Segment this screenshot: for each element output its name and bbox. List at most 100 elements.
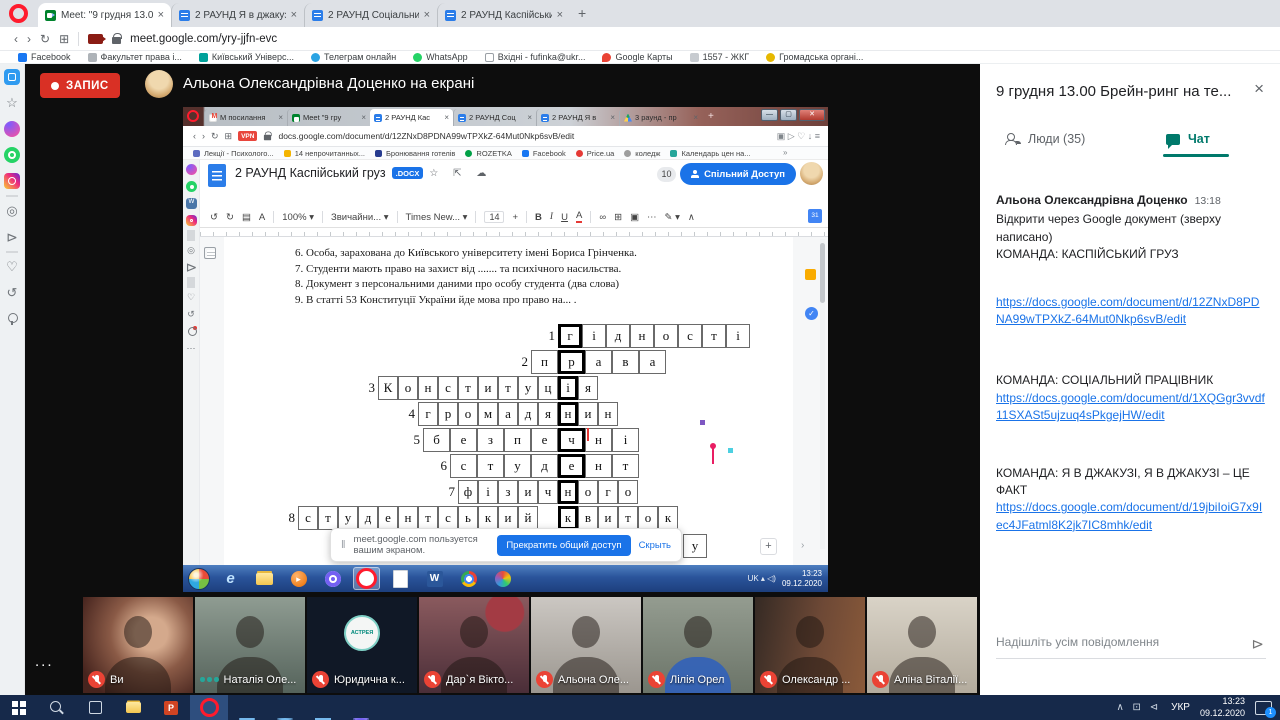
inner-browser-tab[interactable]: 2 РАУНД Соц × xyxy=(453,109,536,126)
taskbar-app-icon[interactable] xyxy=(319,567,346,590)
account-avatar[interactable] xyxy=(800,162,823,185)
sidebar-app-icon[interactable] xyxy=(4,173,20,189)
participant-tile[interactable]: Олександр ... xyxy=(755,597,865,693)
chat-link[interactable]: https://docs.google.com/document/d/19jbi… xyxy=(996,499,1266,534)
sidebar-app-icon[interactable] xyxy=(6,195,18,197)
sidebar-app-icon[interactable] xyxy=(4,147,20,163)
tab-people[interactable]: Люди (35) xyxy=(1005,132,1085,146)
taskbar-app-icon[interactable] xyxy=(342,695,380,720)
taskbar-app-icon[interactable] xyxy=(76,695,114,720)
reload-button[interactable]: ↻ xyxy=(40,32,50,46)
bookmark-item[interactable]: Телеграм онлайн xyxy=(311,52,396,62)
taskbar-app-icon[interactable] xyxy=(387,567,414,590)
inner-browser-tab[interactable]: 2 РАУНД Я в × xyxy=(536,109,619,126)
calendar-icon[interactable]: 31 xyxy=(808,209,822,223)
reload-button[interactable]: ↻ xyxy=(211,131,219,142)
taskbar-app-icon[interactable] xyxy=(489,567,516,590)
bookmark-item[interactable]: 1557 - ЖКГ xyxy=(690,52,749,62)
taskbar-app-icon[interactable] xyxy=(114,695,152,720)
sidebar-app-icon[interactable] xyxy=(4,285,20,301)
browser-tab[interactable]: 2 РАУНД Я в джакузі...do × xyxy=(171,3,304,27)
forward-button[interactable]: › xyxy=(27,32,31,46)
tab-close-icon[interactable]: × xyxy=(424,9,430,21)
participant-tile[interactable]: Аліна Віталії... xyxy=(867,597,977,693)
bookmark-item[interactable]: WhatsApp xyxy=(413,52,468,62)
back-button[interactable]: ‹ xyxy=(14,32,18,46)
sidebar-app-icon[interactable] xyxy=(186,245,197,256)
tab-close-icon[interactable]: × xyxy=(278,113,283,122)
maximize-button[interactable]: ▢ xyxy=(780,109,797,121)
collapse-toolbar-icon[interactable]: ∧ xyxy=(688,212,695,223)
bookmark-item[interactable]: Бронювання готелів xyxy=(375,149,455,158)
chat-link[interactable]: https://docs.google.com/document/d/1XQGg… xyxy=(996,390,1266,425)
bookmark-item[interactable]: Вхідні - fufinka@ukr... xyxy=(485,52,586,62)
forward-button[interactable]: › xyxy=(202,131,205,141)
bookmark-item[interactable]: Календарь цен на... xyxy=(670,149,750,158)
vpn-badge[interactable]: VPN xyxy=(238,131,257,141)
opera-logo-icon[interactable] xyxy=(9,4,28,23)
taskbar-app-icon[interactable] xyxy=(304,695,342,720)
bookmark-item[interactable]: Київський Універс... xyxy=(199,52,294,62)
inner-new-tab-button[interactable]: + xyxy=(708,111,714,122)
participant-tile[interactable]: Ви xyxy=(83,597,193,693)
taskbar-app-icon[interactable] xyxy=(190,695,228,720)
taskbar-app-icon[interactable] xyxy=(228,695,266,720)
bookmark-item[interactable]: Громадська органі... xyxy=(766,52,863,62)
sidebar-app-icon[interactable] xyxy=(187,277,195,288)
bookmark-item[interactable]: ROZETKA xyxy=(465,149,511,158)
minimize-button[interactable]: — xyxy=(761,109,778,121)
hide-share-bar-button[interactable]: Скрыть xyxy=(639,540,671,551)
stop-sharing-button[interactable]: Прекратить общий доступ xyxy=(497,535,630,556)
url-text[interactable]: docs.google.com/document/d/12ZNxD8PDNA99… xyxy=(278,131,574,141)
sidebar-app-icon[interactable] xyxy=(186,309,197,320)
participant-tile[interactable]: Дар`я Вікто... xyxy=(419,597,529,693)
bookmark-item[interactable]: коледж xyxy=(624,149,660,158)
sidebar-app-icon[interactable] xyxy=(186,262,197,273)
sidebar-app-icon[interactable] xyxy=(186,292,197,303)
close-panel-icon[interactable]: × xyxy=(1254,79,1264,99)
tab-close-icon[interactable]: × xyxy=(557,9,563,21)
bookmark-item[interactable]: Факультет права і... xyxy=(88,52,182,62)
redo-icon[interactable]: ↻ xyxy=(226,212,234,223)
bold-button[interactable]: B xyxy=(535,212,542,223)
sidebar-app-icon[interactable] xyxy=(4,259,20,275)
undo-icon[interactable]: ↺ xyxy=(210,212,218,223)
url-text[interactable]: meet.google.com/yry-jjfn-evc xyxy=(130,33,277,45)
taskbar-app-icon[interactable] xyxy=(38,695,76,720)
font-select[interactable]: Times New... ▾ xyxy=(406,212,468,223)
insert-image-icon[interactable]: ▣ xyxy=(630,212,639,223)
taskbar-app-icon[interactable] xyxy=(285,567,312,590)
tray-icons[interactable]: UK ▴ ◁) xyxy=(748,574,776,583)
bookmark-item[interactable]: Facebook xyxy=(18,52,71,62)
more-participants-icon[interactable]: ... xyxy=(35,653,54,670)
new-tab-button[interactable]: + xyxy=(578,5,586,21)
insert-comment-icon[interactable]: ⊞ xyxy=(614,212,622,223)
browser-tab[interactable]: Meet: "9 грудня 13.00 Бре × xyxy=(38,3,171,27)
chat-input[interactable] xyxy=(996,635,1236,649)
taskbar-app-icon[interactable] xyxy=(217,567,244,590)
speed-dial-icon[interactable]: ⊞ xyxy=(225,131,233,142)
sidebar-app-icon[interactable] xyxy=(187,230,195,241)
camera-active-icon[interactable] xyxy=(88,34,103,44)
taskbar-app-icon[interactable] xyxy=(455,567,482,590)
share-button[interactable]: Спільний Доступ xyxy=(680,163,796,185)
language-indicator[interactable]: УКР xyxy=(1171,702,1190,713)
bookmarks-overflow[interactable]: » xyxy=(783,148,787,157)
sidebar-app-icon[interactable] xyxy=(186,343,197,354)
tab-close-icon[interactable]: × xyxy=(444,113,449,122)
taskbar-app-icon[interactable] xyxy=(251,567,278,590)
sidebar-app-icon[interactable] xyxy=(4,95,20,111)
bookmark-item[interactable]: Google Карты xyxy=(602,52,672,62)
tab-chat[interactable]: Чат xyxy=(1166,132,1210,146)
zoom-select[interactable]: 100% ▾ xyxy=(282,212,314,223)
inner-browser-tab[interactable]: Meet "9 гру × xyxy=(287,109,370,126)
close-window-button[interactable]: ✕ xyxy=(799,109,825,121)
bookmark-item[interactable]: Лекції - Психолого... xyxy=(193,149,274,158)
bookmark-item[interactable]: Price.ua xyxy=(576,149,615,158)
sidebar-app-icon[interactable] xyxy=(4,229,20,245)
more-options-icon[interactable]: ⋯ xyxy=(647,212,657,223)
sidebar-app-icon[interactable] xyxy=(186,215,197,226)
sidebar-app-icon[interactable] xyxy=(186,198,197,209)
participant-tile[interactable]: Наталія Оле... xyxy=(195,597,305,693)
taskbar-app-icon[interactable] xyxy=(0,695,38,720)
